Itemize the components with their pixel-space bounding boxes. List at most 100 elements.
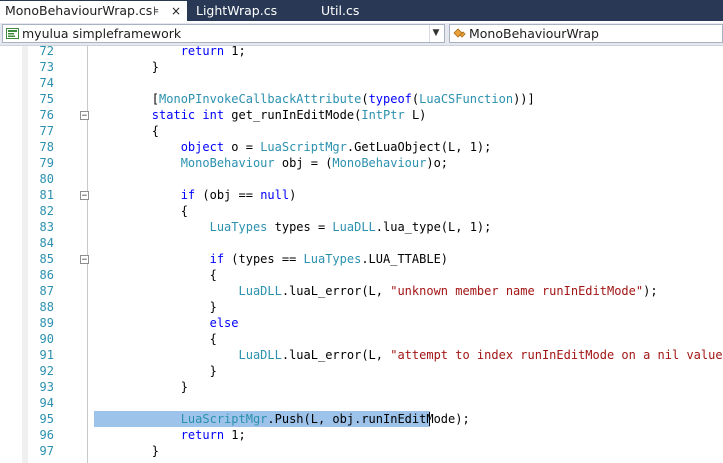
code-line[interactable]: 95 LuaScriptMgr.Push(L, obj.runInEditMod…	[0, 411, 723, 427]
code-token: L)	[404, 108, 427, 122]
code-token: {	[94, 204, 188, 218]
code-token: }	[94, 300, 217, 314]
line-number: 87	[39, 284, 54, 298]
line-number: 94	[39, 396, 54, 410]
code-token: LuaCSFunction	[419, 92, 514, 106]
code-line[interactable]: 76 static int get_runInEditMode(IntPtr L…	[0, 107, 723, 123]
code-text: LuaScriptMgr.Push(L, obj.runInEditMode);	[94, 411, 470, 427]
code-token: (obj ==	[195, 188, 261, 202]
class-icon	[453, 28, 466, 38]
code-line[interactable]: 94	[0, 395, 723, 411]
code-token: else	[209, 316, 239, 330]
code-line[interactable]: 85 if (types == LuaTypes.LUA_TTABLE) −	[0, 251, 723, 267]
code-line[interactable]: 75 [MonoPInvokeCallbackAttribute(typeof(…	[0, 91, 723, 107]
code-line[interactable]: 90 {	[0, 331, 723, 347]
line-number: 95	[39, 412, 54, 426]
code-text: if (obj == null)	[94, 187, 297, 203]
line-number: 85	[39, 252, 54, 266]
tab-label: LightWrap.cs	[196, 3, 278, 18]
code-text: object o = LuaScriptMgr.GetLuaObject(L, …	[94, 139, 492, 155]
code-token: {	[94, 332, 217, 346]
text-caret	[429, 412, 430, 426]
code-line[interactable]: 72 return 1;	[0, 43, 723, 59]
code-token: }	[94, 364, 217, 378]
csharp-project-icon	[6, 28, 19, 39]
tab-util[interactable]: Util.cs	[312, 1, 432, 21]
code-text: }	[94, 59, 159, 75]
code-token: object	[180, 140, 225, 154]
code-token: }	[94, 444, 160, 458]
code-text: {	[94, 331, 217, 347]
code-line[interactable]: 93 }	[0, 379, 723, 395]
code-token: LuaScriptMgr	[180, 412, 268, 426]
type-dropdown[interactable]: MonoBehaviourWrap	[449, 24, 723, 43]
tab-lightwrap[interactable]: LightWrap.cs	[191, 1, 303, 21]
code-line[interactable]: 96 return 1;	[0, 427, 723, 443]
code-token: 1;	[224, 428, 246, 442]
code-editor[interactable]: 72 return 1; 73 } 74 75 [MonoPInvokeCallbac…	[0, 43, 723, 463]
code-text: {	[94, 203, 188, 219]
code-token: return	[180, 428, 225, 442]
code-line[interactable]: 86 {	[0, 267, 723, 283]
code-token: types =	[267, 220, 333, 234]
code-token: MonoPInvokeCallbackAttribute	[159, 92, 362, 106]
line-number: 91	[39, 348, 54, 362]
pin-icon[interactable]: ⊧	[153, 1, 159, 21]
code-line[interactable]: 80	[0, 171, 723, 187]
line-number: 92	[39, 364, 54, 378]
code-line[interactable]: 73 }	[0, 59, 723, 75]
code-line[interactable]: 97 }	[0, 443, 723, 459]
line-number: 86	[39, 268, 54, 282]
line-number: 80	[39, 172, 54, 186]
code-text: }	[94, 363, 217, 379]
code-line[interactable]: 82 {	[0, 203, 723, 219]
code-line[interactable]: 87 LuaDLL.luaL_error(L, "unknown member …	[0, 283, 723, 299]
chevron-down-icon[interactable]: ▼	[429, 25, 442, 42]
code-text: }	[94, 299, 217, 315]
code-line[interactable]: 88 }	[0, 299, 723, 315]
code-token: [	[94, 92, 160, 106]
code-token: 1;	[224, 44, 246, 58]
line-number: 73	[39, 60, 54, 74]
tab-monobehaviourwrap[interactable]: MonoBehaviourWrap.cs ⊧ ×	[0, 1, 187, 21]
code-token: static	[151, 108, 196, 122]
collapse-icon[interactable]: −	[80, 111, 89, 121]
code-line[interactable]: 83 LuaTypes types = LuaDLL.lua_type(L, 1…	[0, 219, 723, 235]
line-number: 81	[39, 188, 54, 202]
code-token: (types ==	[224, 252, 304, 266]
code-line[interactable]: 74	[0, 75, 723, 91]
line-number: 97	[39, 444, 54, 458]
project-dropdown[interactable]: myulua simpleframework ▼	[2, 24, 445, 43]
code-token: "attempt to index runInEditMode on a nil…	[390, 348, 723, 362]
code-token: MonoBehaviour	[180, 156, 275, 170]
code-line[interactable]: 79 MonoBehaviour obj = (MonoBehaviour)o;	[0, 155, 723, 171]
code-token: int	[202, 108, 225, 122]
code-token: get_runInEditMode(	[224, 108, 362, 122]
collapse-icon[interactable]: −	[80, 255, 89, 265]
code-text: {	[94, 267, 217, 283]
code-text: }	[94, 443, 159, 459]
collapse-icon[interactable]: −	[80, 191, 89, 201]
code-line[interactable]: 78 object o = LuaScriptMgr.GetLuaObject(…	[0, 139, 723, 155]
code-line[interactable]: 81 if (obj == null) −	[0, 187, 723, 203]
code-line[interactable]: 91 LuaDLL.luaL_error(L, "attempt to inde…	[0, 347, 723, 363]
code-line[interactable]: 92 }	[0, 363, 723, 379]
code-line[interactable]: 77 {	[0, 123, 723, 139]
code-line[interactable]: 84	[0, 235, 723, 251]
code-token: null	[260, 188, 290, 202]
line-number: 77	[39, 124, 54, 138]
close-icon[interactable]: ×	[171, 1, 181, 21]
code-token: {	[94, 124, 160, 138]
code-token: ))]	[513, 92, 535, 106]
document-tab-strip: MonoBehaviourWrap.cs ⊧ × LightWrap.cs Ut…	[0, 0, 723, 21]
code-token: LuaTypes	[303, 252, 362, 266]
code-line[interactable]: 89 else	[0, 315, 723, 331]
code-text: return 1;	[94, 427, 246, 443]
